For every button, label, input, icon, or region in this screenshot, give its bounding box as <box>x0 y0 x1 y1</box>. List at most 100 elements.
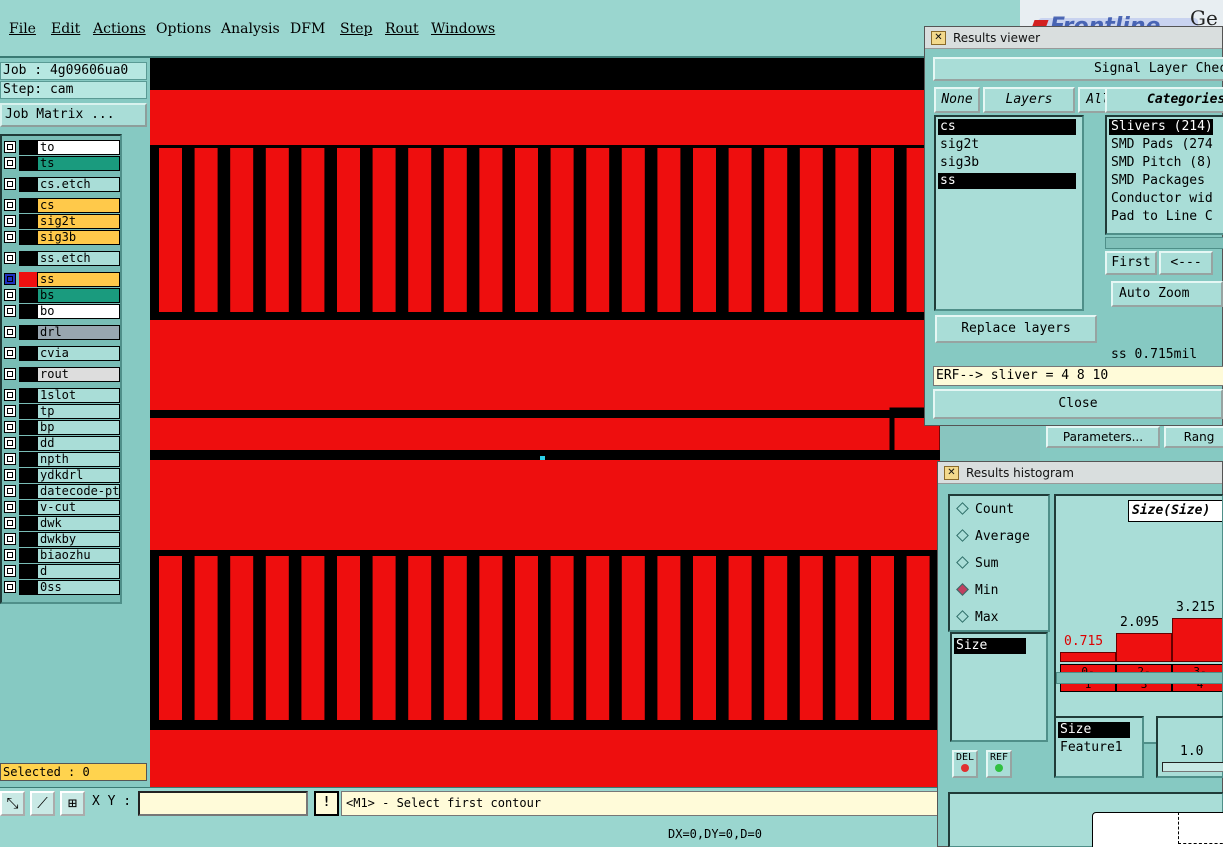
layer-row-ss.etch[interactable]: ss.etch <box>4 251 120 266</box>
layer-row-sig3b[interactable]: sig3b <box>4 230 120 245</box>
scale-slider[interactable] <box>1162 762 1223 772</box>
layer-name[interactable]: cs <box>37 198 120 213</box>
menu-actions[interactable]: Actions <box>93 21 146 37</box>
grid-tool-button[interactable]: ⊞ <box>60 791 85 816</box>
layer-name[interactable]: ss <box>37 272 120 287</box>
layer-name[interactable]: ss.etch <box>37 251 120 266</box>
histogram-bar[interactable] <box>1172 618 1222 662</box>
category-item[interactable]: SMD Packages <box>1109 173 1205 189</box>
categories-list[interactable]: Slivers (214) SMD Pads (274 SMD Pitch (8) S… <box>1105 115 1223 235</box>
layer-checkbox[interactable] <box>4 501 16 513</box>
layer-checkbox[interactable] <box>4 485 16 497</box>
mode-radio-sum[interactable]: Sum <box>956 556 998 571</box>
layer-name[interactable]: to <box>37 140 120 155</box>
layer-row-npth[interactable]: npth <box>4 452 120 467</box>
layer-name[interactable]: d <box>37 564 120 579</box>
layer-name[interactable]: datecode-pte <box>37 484 120 499</box>
category-item[interactable]: Pad to Line C <box>1109 209 1213 225</box>
previous-button[interactable]: <--- <box>1159 251 1213 275</box>
layer-row-dwk[interactable]: dwk <box>4 516 120 531</box>
mode-radio-average[interactable]: Average <box>956 529 1030 544</box>
layer-row-dwkby[interactable]: dwkby <box>4 532 120 547</box>
menu-file[interactable]: File <box>9 21 36 37</box>
replace-layers-select[interactable]: Replace layers <box>935 315 1097 343</box>
histogram-scrollbar[interactable] <box>1056 672 1222 684</box>
exclamation-button[interactable]: ! <box>314 791 339 816</box>
layer-checkbox[interactable] <box>4 389 16 401</box>
mode-radio-min[interactable]: Min <box>956 583 998 598</box>
mode-radio-count[interactable]: Count <box>956 502 1014 517</box>
layer-row-d[interactable]: d <box>4 564 120 579</box>
category-item[interactable]: SMD Pads (274 <box>1109 137 1213 153</box>
layer-checkbox[interactable] <box>4 347 16 359</box>
menu-analysis[interactable]: Analysis <box>221 21 280 37</box>
layer-row-bs[interactable]: bs <box>4 288 120 303</box>
range-button[interactable]: Rang <box>1164 426 1223 448</box>
layer-checkbox[interactable] <box>4 405 16 417</box>
layer-name[interactable]: 1slot <box>37 388 120 403</box>
menu-edit[interactable]: Edit <box>51 21 80 37</box>
layer-checkbox[interactable] <box>4 178 16 190</box>
layer-checkbox[interactable] <box>4 437 16 449</box>
layer-row-ss[interactable]: ss <box>4 272 120 287</box>
layer-checkbox[interactable] <box>4 231 16 243</box>
zoom-tool-button[interactable]: ⤡ <box>0 791 25 816</box>
layer-list-item-ss[interactable]: ss <box>938 173 1076 189</box>
layer-row-biaozhu[interactable]: biaozhu <box>4 548 120 563</box>
layer-name[interactable]: dwk <box>37 516 120 531</box>
layer-row-cs[interactable]: cs <box>4 198 120 213</box>
layer-row-1slot[interactable]: 1slot <box>4 388 120 403</box>
list-item[interactable]: Feature1 <box>1058 740 1123 756</box>
xy-input[interactable] <box>138 791 308 816</box>
scale-control[interactable]: 1.0 <box>1156 716 1223 778</box>
measure-tool-button[interactable]: ⟋ <box>30 791 55 816</box>
layer-list-item-cs[interactable]: cs <box>938 119 1076 135</box>
layer-checkbox[interactable] <box>4 533 16 545</box>
layer-checkbox[interactable] <box>4 565 16 577</box>
results-viewer-titlebar[interactable]: ✕ Results viewer <box>925 27 1222 49</box>
layer-name[interactable]: dwkby <box>37 532 120 547</box>
layer-checkbox[interactable] <box>4 215 16 227</box>
layer-row-rout[interactable]: rout <box>4 367 120 382</box>
layer-name[interactable]: bo <box>37 304 120 319</box>
layer-checkbox[interactable] <box>4 289 16 301</box>
layer-name[interactable]: dd <box>37 436 120 451</box>
layer-row-to[interactable]: to <box>4 140 120 155</box>
layer-row-bp[interactable]: bp <box>4 420 120 435</box>
layer-name[interactable]: bs <box>37 288 120 303</box>
layer-row-sig2t[interactable]: sig2t <box>4 214 120 229</box>
layer-name[interactable]: bp <box>37 420 120 435</box>
layer-row-drl[interactable]: drl <box>4 325 120 340</box>
menu-options[interactable]: Options <box>156 21 211 37</box>
layer-row-datecode-pte[interactable]: datecode-pte <box>4 484 120 499</box>
histogram-bar[interactable] <box>1060 652 1116 662</box>
add-reference-button[interactable]: REF <box>986 750 1012 778</box>
layer-row-cs.etch[interactable]: cs.etch <box>4 177 120 192</box>
layer-row-dd[interactable]: dd <box>4 436 120 451</box>
mode-radio-max[interactable]: Max <box>956 610 998 625</box>
menu-windows[interactable]: Windows <box>431 21 495 37</box>
layer-checkbox[interactable] <box>4 305 16 317</box>
layer-checkbox[interactable] <box>4 326 16 338</box>
layer-list-item-sig3b[interactable]: sig3b <box>938 155 979 171</box>
layer-name[interactable]: rout <box>37 367 120 382</box>
layer-checkbox[interactable] <box>4 199 16 211</box>
job-matrix-button[interactable]: Job Matrix ... <box>0 103 147 127</box>
histogram-list[interactable]: Size <box>950 632 1048 742</box>
layers-button[interactable]: Layers <box>983 87 1075 113</box>
category-item[interactable]: SMD Pitch (8) <box>1109 155 1213 171</box>
layer-name[interactable]: sig2t <box>37 214 120 229</box>
layer-name[interactable]: cs.etch <box>37 177 120 192</box>
layer-checkbox[interactable] <box>4 517 16 529</box>
layer-checkbox[interactable] <box>4 581 16 593</box>
first-button[interactable]: First <box>1105 251 1157 275</box>
layer-row-bo[interactable]: bo <box>4 304 120 319</box>
layer-row-tp[interactable]: tp <box>4 404 120 419</box>
list-item[interactable]: Size <box>1058 722 1130 738</box>
layer-checkbox[interactable] <box>4 469 16 481</box>
layer-list[interactable]: to ts cs.etch cs sig2t sig3b ss.etch ss bs bo drl c… <box>0 134 122 604</box>
layer-name[interactable]: ts <box>37 156 120 171</box>
layer-checkbox[interactable] <box>4 421 16 433</box>
layer-row-ydkdrl[interactable]: ydkdrl <box>4 468 120 483</box>
layer-checkbox[interactable] <box>4 549 16 561</box>
